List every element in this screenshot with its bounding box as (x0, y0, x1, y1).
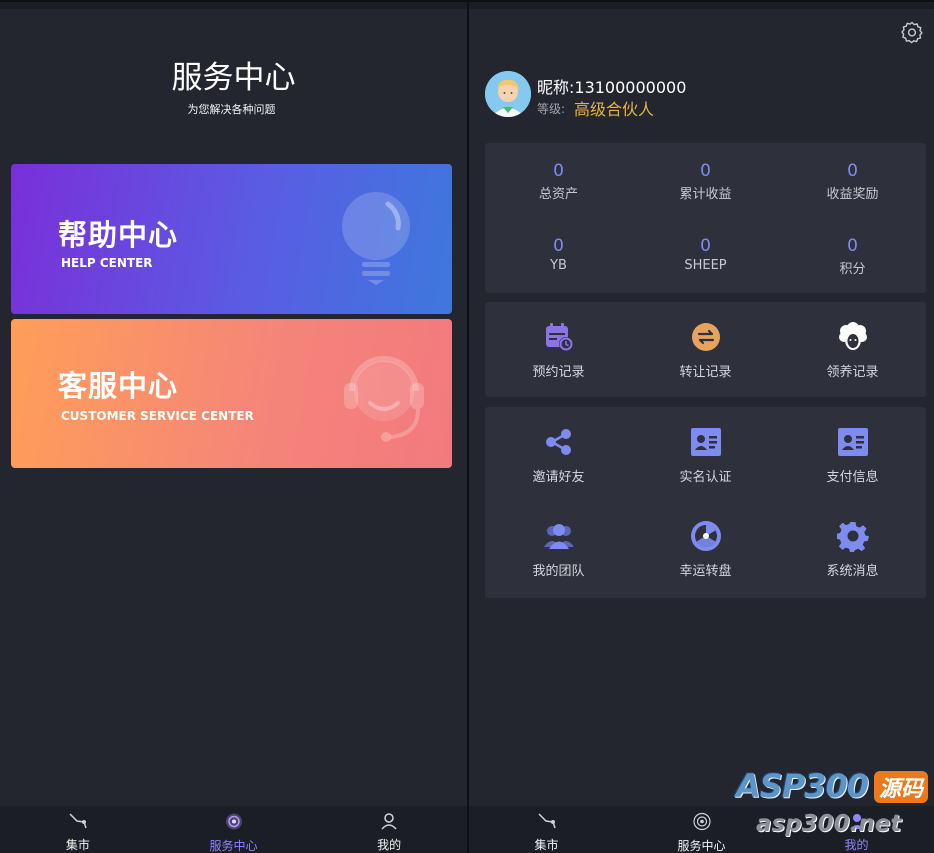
my-team-button[interactable]: 我的团队 (485, 520, 632, 579)
market-icon (537, 812, 557, 830)
service-icon (692, 812, 712, 831)
item-label: 预约记录 (532, 365, 585, 380)
item-label: 领养记录 (826, 365, 879, 380)
tab-mine[interactable]: 我的 (311, 806, 467, 853)
stat-label: YB (550, 258, 567, 273)
item-label: 我的团队 (532, 564, 585, 579)
tools-panel: 邀请好友 实名认证 支付信息 我的团队 幸运转盘 系统消息 (485, 407, 926, 598)
lucky-wheel-button[interactable]: 幸运转盘 (632, 520, 779, 579)
settings-gear-icon[interactable] (900, 20, 924, 44)
stat-cumulative-income[interactable]: 0 累计收益 (632, 161, 779, 202)
status-strip (0, 0, 467, 9)
level-value: 高级合伙人 (574, 100, 655, 119)
watermark-url: asp300.net (756, 811, 902, 837)
stat-value: 0 (847, 236, 858, 256)
help-center-subtitle: HELP CENTER (61, 256, 153, 270)
item-label: 邀请好友 (532, 470, 585, 485)
tab-service-center-label: 服务中心 (677, 839, 726, 853)
help-center-title: 帮助中心 (58, 218, 179, 252)
watermark-brand: ASP300 (736, 767, 869, 805)
headset-agent-icon (344, 356, 424, 442)
calendar-clock-icon (543, 321, 575, 353)
transfer-icon (690, 321, 722, 353)
sheep-icon (837, 321, 869, 353)
tab-service-center[interactable]: 服务中心 (156, 806, 312, 853)
wheel-icon (690, 520, 722, 552)
gear-icon (836, 520, 869, 552)
watermark-logo: ASP300 源码 asp300.net (732, 767, 932, 847)
reservation-records-button[interactable]: 预约记录 (485, 321, 632, 380)
user-icon (379, 812, 399, 830)
item-label: 系统消息 (826, 564, 879, 579)
stat-yb[interactable]: 0 YB (485, 236, 632, 273)
invite-friends-button[interactable]: 邀请好友 (485, 426, 632, 485)
adoption-records-button[interactable]: 领养记录 (779, 321, 926, 380)
tab-mine-label: 我的 (377, 838, 402, 852)
customer-service-subtitle: CUSTOMER SERVICE CENTER (61, 409, 254, 423)
avatar[interactable] (485, 71, 531, 117)
level-label: 等级: (537, 102, 566, 116)
stat-value: 0 (700, 161, 711, 181)
item-label: 支付信息 (826, 470, 879, 485)
stat-label: 收益奖励 (826, 187, 879, 202)
customer-service-card[interactable]: 客服中心 CUSTOMER SERVICE CENTER (11, 319, 452, 468)
stat-points[interactable]: 0 积分 (779, 236, 926, 277)
page-title: 服务中心 (171, 60, 296, 96)
stat-value: 0 (847, 161, 858, 181)
id-card-icon (690, 426, 722, 458)
page-subtitle: 为您解决各种问题 (187, 103, 276, 116)
watermark-badge: 源码 (874, 771, 929, 803)
tab-market-label: 集市 (534, 838, 559, 852)
tab-service-center-label: 服务中心 (209, 839, 258, 853)
asset-stats-panel: 0 总资产 0 累计收益 0 收益奖励 0 YB 0 SHEEP 0 积分 (485, 143, 926, 293)
help-center-card[interactable]: 帮助中心 HELP CENTER (11, 164, 452, 314)
stat-label: 积分 (839, 262, 866, 277)
stat-value: 0 (553, 236, 564, 256)
bottom-tab-bar: 集市 服务中心 我的 (0, 806, 467, 853)
stat-label: 累计收益 (679, 187, 732, 202)
id-card-icon (837, 426, 869, 458)
stat-label: 总资产 (538, 187, 578, 202)
payment-info-button[interactable]: 支付信息 (779, 426, 926, 485)
service-center-screen: 服务中心 为您解决各种问题 帮助中心 HELP CENTER 客服中心 CUST… (0, 0, 467, 853)
tab-market[interactable]: 集市 (469, 806, 624, 853)
team-icon (543, 520, 575, 552)
item-label: 实名认证 (679, 470, 732, 485)
stat-value: 0 (700, 236, 711, 256)
stat-total-assets[interactable]: 0 总资产 (485, 161, 632, 202)
tab-market[interactable]: 集市 (0, 806, 156, 853)
stat-label: SHEEP (684, 258, 727, 273)
nickname: 昵称:13100000000 (537, 78, 687, 97)
item-label: 转让记录 (679, 365, 732, 380)
share-icon (543, 426, 575, 458)
stat-sheep[interactable]: 0 SHEEP (632, 236, 779, 273)
item-label: 幸运转盘 (679, 564, 732, 579)
market-icon (68, 812, 88, 830)
records-panel: 预约记录 转让记录 领养记录 (485, 302, 926, 397)
real-name-verification-button[interactable]: 实名认证 (632, 426, 779, 485)
my-profile-screen: 昵称:13100000000 等级: 高级合伙人 0 总资产 0 累计收益 0 … (469, 0, 934, 853)
stat-income-reward[interactable]: 0 收益奖励 (779, 161, 926, 202)
customer-service-title: 客服中心 (58, 369, 179, 403)
transfer-records-button[interactable]: 转让记录 (632, 321, 779, 380)
service-icon (224, 812, 244, 831)
tab-market-label: 集市 (65, 838, 90, 852)
system-messages-button[interactable]: 系统消息 (779, 520, 926, 579)
status-strip (469, 0, 934, 9)
stat-value: 0 (553, 161, 564, 181)
lightbulb-icon (342, 192, 410, 285)
